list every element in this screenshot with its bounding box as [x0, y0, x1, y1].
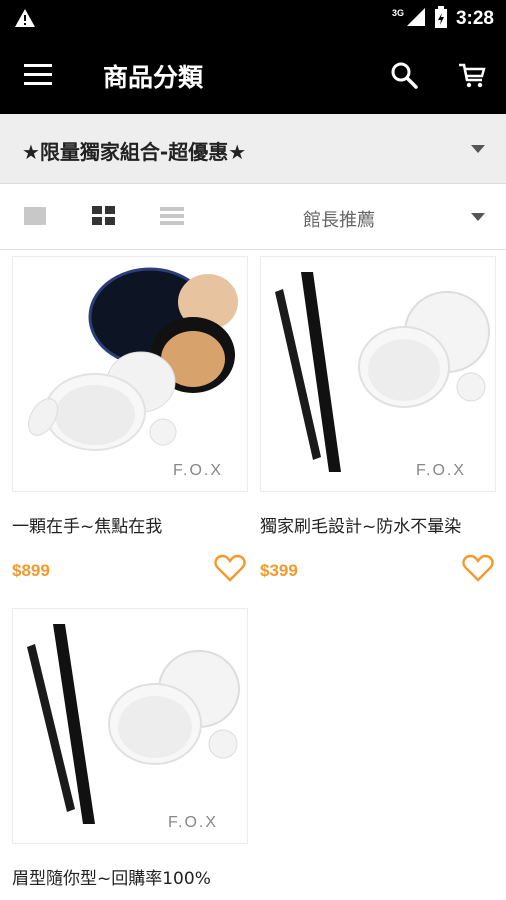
page-title: 商品分類 [103, 63, 204, 92]
product-name[interactable]: 一顆在手~焦點在我 [12, 512, 162, 537]
grid-view-icon[interactable] [92, 206, 116, 226]
product-image[interactable]: F.O.X [12, 256, 248, 492]
dropdown-arrow-icon[interactable] [471, 213, 485, 221]
clock: 3:28 [455, 8, 494, 29]
hamburger-menu-icon[interactable] [24, 64, 52, 88]
category-dropdown[interactable]: ★限量獨家組合-超優惠★ [0, 114, 506, 184]
dropdown-arrow-icon [471, 145, 485, 153]
single-view-icon[interactable] [24, 207, 46, 225]
status-bar: 3G 3:28 [0, 0, 506, 38]
category-label: ★限量獨家組合-超優惠★ [22, 140, 247, 164]
list-view-icon[interactable] [160, 207, 184, 225]
product-price: $399 [260, 561, 298, 580]
heart-outline-icon[interactable] [214, 554, 246, 586]
sort-dropdown[interactable]: 館長推薦 [303, 206, 375, 232]
app-bar: 商品分類 [0, 38, 506, 114]
product-price: $899 [12, 561, 50, 580]
product-name[interactable]: 獨家刷毛設計~防水不暈染 [260, 512, 461, 537]
battery-icon [434, 6, 448, 32]
product-image[interactable]: F.O.X [260, 256, 496, 492]
search-icon[interactable] [390, 61, 418, 93]
brand-logo: F.O.X [173, 462, 223, 479]
brand-logo: F.O.X [416, 462, 466, 479]
shopping-cart-icon[interactable] [457, 62, 487, 94]
brand-logo: F.O.X [168, 814, 218, 831]
network-type: 3G [391, 8, 404, 18]
view-toolbar: 館長推薦 [0, 184, 506, 250]
product-image[interactable]: F.O.X [12, 608, 248, 844]
signal-icon [406, 7, 426, 31]
warning-triangle-icon [14, 8, 36, 32]
heart-outline-icon[interactable] [462, 554, 494, 586]
product-name[interactable]: 眉型隨你型~回購率100% [12, 864, 211, 889]
